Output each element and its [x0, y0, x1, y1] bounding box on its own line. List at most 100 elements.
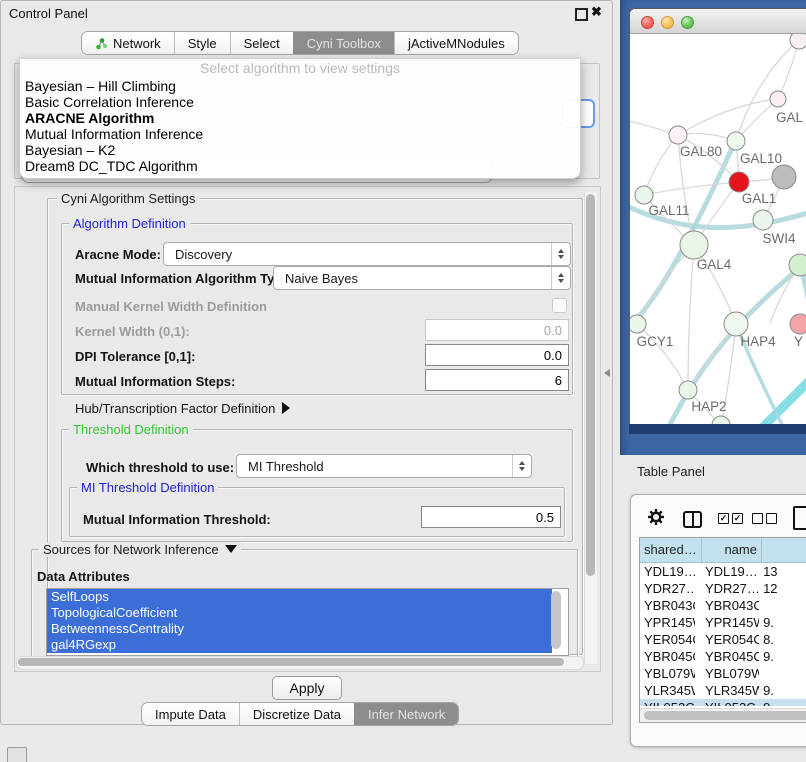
tab-discretize-data[interactable]: Discretize Data — [239, 703, 354, 725]
table-cell: 9. — [759, 614, 806, 631]
minimized-panel-icon[interactable] — [7, 747, 27, 762]
node-green-right[interactable] — [789, 254, 806, 276]
node-gal-partial[interactable] — [770, 91, 786, 107]
node-HAP2[interactable] — [679, 381, 697, 399]
dpi-tolerance-field[interactable]: 0.0 — [425, 344, 569, 366]
float-window-icon[interactable] — [575, 8, 588, 21]
table-hscrollbar-track[interactable] — [640, 708, 806, 722]
sources-group-toggle[interactable]: Sources for Network Inference — [39, 542, 241, 557]
data-attributes-list[interactable]: SelfLoopsTopologicalCoefficientBetweenne… — [46, 588, 569, 656]
node-GAL4[interactable] — [680, 231, 708, 259]
column-header-col2[interactable] — [762, 538, 806, 562]
mi-threshold-label: Mutual Information Threshold: — [83, 512, 271, 527]
bottom-tabbar: Impute Data Discretize Data Infer Network — [141, 702, 459, 726]
settings-hscrollbar-thumb[interactable] — [18, 658, 564, 666]
table-row[interactable]: YDL19…YDL19…13 — [640, 563, 806, 580]
attribute-item-gal4rgexp[interactable]: gal4RGexp — [47, 637, 552, 653]
node-SWI4[interactable] — [753, 210, 773, 230]
mi-steps-field[interactable]: 6 — [425, 369, 569, 391]
node-GAL10[interactable] — [727, 132, 745, 150]
algorithm-option-aracne-algorithm[interactable]: ARACNE Algorithm — [20, 110, 580, 126]
close-traffic-light-icon[interactable] — [641, 16, 654, 29]
table-row[interactable]: YLR345WYLR345W9. — [640, 682, 806, 699]
split-columns-icon[interactable] — [683, 511, 702, 528]
table-row[interactable]: YER054CYER054C8. — [640, 631, 806, 648]
edge-teal[interactable] — [654, 266, 802, 425]
algorithm-option-bayesian-k2[interactable]: Bayesian – K2 — [20, 142, 580, 158]
column-header-name[interactable]: name — [702, 538, 762, 562]
node-GAL80[interactable] — [669, 126, 687, 144]
node-salmon-node[interactable] — [790, 314, 806, 334]
node-HAP4[interactable] — [724, 312, 748, 336]
table-row[interactable]: YPR145WYPR145W9. — [640, 614, 806, 631]
network-canvas[interactable]: GALGAL80GAL10GAL1GAL11SWI4GAL4GCY1HAP4YH… — [630, 34, 806, 425]
tab-network[interactable]: Network — [82, 32, 174, 54]
node-GCY1[interactable] — [630, 315, 646, 333]
tab-label: Discretize Data — [253, 707, 341, 722]
settings-vscrollbar-thumb[interactable] — [586, 194, 595, 576]
list-scrollbar-thumb[interactable] — [551, 591, 561, 649]
apply-button[interactable]: Apply — [272, 676, 342, 700]
zoom-traffic-light-icon[interactable] — [681, 16, 694, 29]
node-GAL11[interactable] — [635, 186, 653, 204]
table-row[interactable]: YBL079WYBL079W — [640, 665, 806, 682]
algorithm-option-mutual-information-inference[interactable]: Mutual Information Inference — [20, 126, 580, 142]
page-partial-icon[interactable] — [793, 506, 806, 530]
kernel-width-label: Kernel Width (0,1): — [75, 324, 190, 339]
table-cell: YLR345W — [640, 682, 695, 699]
minimize-traffic-light-icon[interactable] — [661, 16, 674, 29]
stepper-icon[interactable] — [551, 243, 570, 265]
tab-infer-network[interactable]: Infer Network — [354, 703, 458, 725]
unchecked-box-icon — [752, 513, 763, 524]
column-header-shared[interactable]: shared… — [640, 538, 702, 562]
manual-kernel-checkbox[interactable] — [552, 298, 567, 313]
algorithm-option-bayesian-hill-climbing[interactable]: Bayesian – Hill Climbing — [20, 78, 580, 94]
edge[interactable] — [644, 182, 739, 195]
algorithm-option-basic-correlation-inference[interactable]: Basic Correlation Inference — [20, 94, 580, 110]
tab-cyni-toolbox[interactable]: Cyni Toolbox — [293, 32, 394, 54]
tab-label: Network — [113, 36, 161, 51]
node-pale-top[interactable] — [790, 34, 806, 49]
tab-impute-data[interactable]: Impute Data — [142, 703, 239, 725]
select-all-checked-icon[interactable]: ✓ ✓ — [718, 513, 743, 524]
kernel-width-field[interactable]: 0.0 — [425, 319, 569, 341]
table-cell: YIL052C — [695, 699, 759, 706]
attribute-item-topologicalcoefficient[interactable]: TopologicalCoefficient — [47, 605, 552, 621]
aracne-mode-combo[interactable]: Discovery — [163, 242, 571, 266]
node-table: shared…name YDL19…YDL19…13YDR27…YDR27…12… — [639, 537, 806, 723]
stepper-icon[interactable] — [551, 267, 570, 289]
tab-select[interactable]: Select — [230, 32, 293, 54]
edge-bright[interactable] — [726, 374, 806, 425]
panel-splitter-collapse-icon[interactable] — [604, 369, 610, 377]
close-icon[interactable]: ✖ — [591, 4, 602, 20]
table-cell: 8. — [759, 631, 806, 648]
algorithm-option-dream8-dc-tdc-algorithm[interactable]: Dream8 DC_TDC Algorithm — [20, 158, 580, 174]
node-GAL1[interactable] — [729, 172, 749, 192]
table-row[interactable]: YBR045CYBR045C9. — [640, 648, 806, 665]
attribute-item-betweennesscentrality[interactable]: BetweennessCentrality — [47, 621, 552, 637]
stepper-icon[interactable] — [512, 455, 531, 477]
table-row[interactable]: YIL052CYIL052C9 — [640, 699, 806, 706]
edge[interactable] — [688, 245, 694, 390]
table-hscrollbar-thumb[interactable] — [644, 711, 806, 720]
edge[interactable] — [644, 135, 678, 195]
table-row[interactable]: YDR27…YDR27…12 — [640, 580, 806, 597]
attribute-item-selfloops[interactable]: SelfLoops — [47, 589, 552, 605]
table-cell: YPR145W — [640, 614, 695, 631]
network-window-titlebar[interactable] — [630, 9, 806, 34]
tab-style[interactable]: Style — [174, 32, 230, 54]
table-cell: YPR145W — [695, 614, 759, 631]
table-header-row[interactable]: shared…name — [640, 538, 806, 563]
hub-definition-toggle[interactable]: Hub/Transcription Factor Definition — [75, 401, 290, 416]
which-threshold-combo[interactable]: MI Threshold — [236, 454, 532, 478]
tab-jactivemnodules[interactable]: jActiveMNodules — [394, 32, 518, 54]
mi-threshold-field[interactable]: 0.5 — [421, 506, 561, 528]
table-row[interactable]: YBR043CYBR043C — [640, 597, 806, 614]
settings-gear-icon[interactable] — [647, 508, 665, 526]
edge[interactable] — [678, 99, 778, 135]
node-gray-node[interactable] — [772, 165, 796, 189]
select-none-unchecked-icon[interactable] — [752, 513, 777, 524]
mi-type-combo[interactable]: Naive Bayes — [273, 266, 571, 290]
node-label-GAL80: GAL80 — [680, 144, 722, 159]
edge[interactable] — [736, 40, 799, 141]
